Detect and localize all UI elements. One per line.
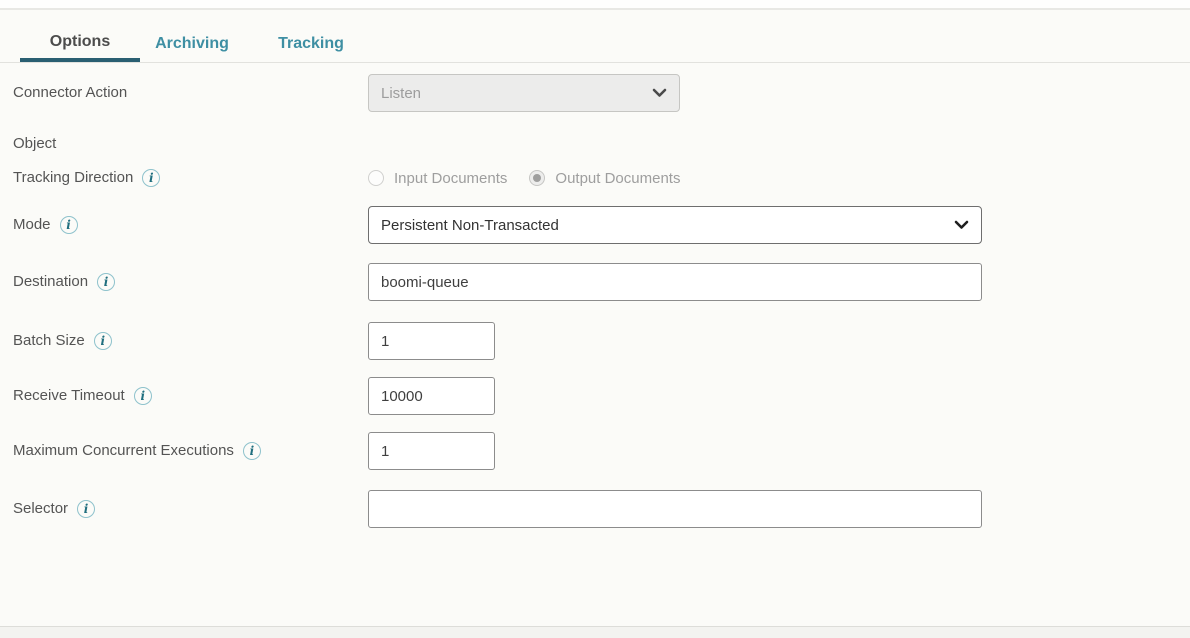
tab-tracking-label: Tracking — [278, 35, 344, 53]
radio-output-documents-label: Output Documents — [555, 170, 680, 187]
tracking-direction-label: Tracking Direction i — [13, 168, 160, 188]
connector-options-panel: Options Archiving Tracking Connector Act… — [0, 0, 1190, 638]
selector-input[interactable] — [368, 490, 982, 528]
info-icon[interactable]: i — [97, 273, 115, 291]
info-icon[interactable]: i — [77, 500, 95, 518]
object-label-text: Object — [13, 134, 56, 154]
tracking-direction-label-text: Tracking Direction — [13, 168, 133, 188]
radio-input-documents: Input Documents — [368, 168, 507, 188]
bottom-divider — [0, 626, 1190, 638]
tab-archiving-label: Archiving — [155, 35, 229, 53]
receive-timeout-label: Receive Timeout i — [13, 386, 152, 406]
info-icon[interactable]: i — [94, 332, 112, 350]
connector-action-value: Listen — [381, 85, 421, 102]
selector-label-text: Selector — [13, 499, 68, 519]
info-icon[interactable]: i — [243, 442, 261, 460]
destination-label: Destination i — [13, 272, 115, 292]
info-icon[interactable]: i — [142, 169, 160, 187]
mode-label-text: Mode — [13, 215, 51, 235]
selector-label: Selector i — [13, 499, 95, 519]
mode-select[interactable]: Persistent Non-Transacted — [368, 206, 982, 244]
radio-circle-icon — [529, 170, 545, 186]
object-label: Object — [13, 134, 56, 154]
batch-size-input[interactable] — [368, 322, 495, 360]
maximum-concurrent-executions-label-text: Maximum Concurrent Executions — [13, 441, 234, 461]
connector-action-select: Listen — [368, 74, 680, 112]
mode-select-value: Persistent Non-Transacted — [381, 217, 559, 234]
tab-archiving[interactable]: Archiving — [140, 26, 244, 62]
maximum-concurrent-executions-label: Maximum Concurrent Executions i — [13, 441, 261, 461]
tab-tracking[interactable]: Tracking — [244, 26, 378, 62]
maximum-concurrent-executions-input[interactable] — [368, 432, 495, 470]
top-divider — [0, 0, 1190, 10]
mode-label: Mode i — [13, 215, 78, 235]
connector-action-label: Connector Action — [13, 83, 127, 103]
tab-options[interactable]: Options — [20, 26, 140, 62]
radio-input-documents-label: Input Documents — [394, 170, 507, 187]
destination-input[interactable] — [368, 263, 982, 301]
connector-action-label-text: Connector Action — [13, 83, 127, 103]
chevron-down-icon — [954, 220, 969, 230]
tab-options-label: Options — [50, 33, 110, 51]
destination-label-text: Destination — [13, 272, 88, 292]
radio-circle-icon — [368, 170, 384, 186]
info-icon[interactable]: i — [134, 387, 152, 405]
tabs-bar: Options Archiving Tracking — [0, 26, 1190, 63]
tracking-direction-radio-group: Input Documents Output Documents — [368, 168, 680, 188]
receive-timeout-label-text: Receive Timeout — [13, 386, 125, 406]
receive-timeout-input[interactable] — [368, 377, 495, 415]
radio-output-documents: Output Documents — [529, 168, 680, 188]
info-icon[interactable]: i — [60, 216, 78, 234]
chevron-down-icon — [652, 88, 667, 98]
batch-size-label: Batch Size i — [13, 331, 112, 351]
batch-size-label-text: Batch Size — [13, 331, 85, 351]
